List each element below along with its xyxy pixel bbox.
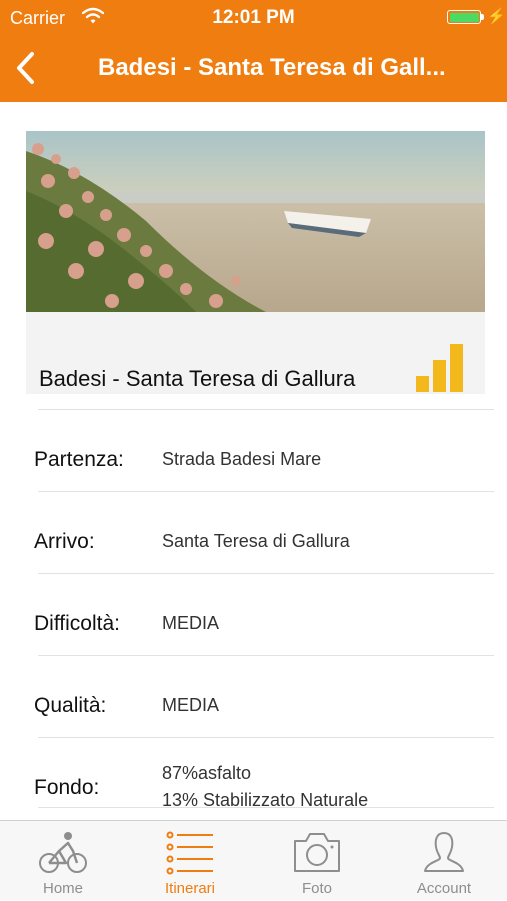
difficulty-bar bbox=[416, 376, 429, 392]
list-icon bbox=[166, 831, 213, 875]
divider bbox=[38, 409, 494, 410]
quality-value: MEDIA bbox=[162, 695, 220, 715]
tab-account[interactable]: Account bbox=[381, 821, 507, 901]
cyclist-icon bbox=[39, 832, 87, 873]
tab-itinerari-label: Itinerari bbox=[164, 880, 216, 897]
charging-icon: ⚡ bbox=[487, 8, 506, 25]
page-title: Badesi - Santa Teresa di Gall... bbox=[98, 54, 446, 81]
divider bbox=[38, 737, 494, 738]
user-icon bbox=[424, 832, 464, 872]
divider bbox=[38, 655, 494, 656]
tab-itinerari[interactable]: Itinerari bbox=[127, 821, 253, 901]
difficulty-bars-icon bbox=[416, 342, 464, 392]
surface-value-asphalt: 87%asfalto bbox=[162, 763, 252, 783]
divider bbox=[38, 491, 494, 492]
divider bbox=[38, 573, 494, 574]
beach-photo bbox=[26, 131, 485, 312]
camera-icon bbox=[294, 833, 340, 872]
tab-home[interactable]: Home bbox=[0, 821, 126, 901]
tab-foto[interactable]: Foto bbox=[254, 821, 380, 901]
battery-tip bbox=[481, 14, 484, 20]
tab-bar: Home Itinerari Foto Account bbox=[0, 820, 507, 900]
route-detail: Badesi - Santa Teresa di Gallura Partenz… bbox=[0, 102, 507, 820]
status-bar: Carrier 12:01 PM ⚡ bbox=[0, 0, 507, 34]
tab-home-label: Home bbox=[42, 880, 83, 897]
surface-label: Fondo: bbox=[34, 776, 100, 799]
route-caption: Badesi - Santa Teresa di Gallura bbox=[26, 312, 485, 394]
difficulty-value: MEDIA bbox=[162, 613, 220, 633]
clock: 12:01 PM bbox=[212, 7, 295, 28]
arrival-label: Arrivo: bbox=[34, 530, 95, 553]
tab-account-label: Account bbox=[416, 880, 472, 897]
difficulty-label: Difficoltà: bbox=[34, 612, 120, 635]
departure-value: Strada Badesi Mare bbox=[162, 449, 322, 469]
tab-foto-label: Foto bbox=[301, 880, 332, 897]
back-chevron-icon[interactable] bbox=[10, 48, 44, 88]
difficulty-bar bbox=[450, 344, 463, 392]
route-name: Badesi - Santa Teresa di Gallura bbox=[39, 366, 356, 391]
navigation-bar: Badesi - Santa Teresa di Gall... bbox=[0, 34, 507, 102]
difficulty-bar bbox=[433, 360, 446, 392]
departure-label: Partenza: bbox=[34, 448, 124, 471]
quality-label: Qualità: bbox=[34, 694, 107, 717]
surface-value-stabilized: 13% Stabilizzato Naturale bbox=[162, 790, 369, 810]
battery-icon bbox=[447, 10, 481, 24]
arrival-value: Santa Teresa di Gallura bbox=[162, 531, 350, 551]
divider bbox=[38, 807, 494, 808]
